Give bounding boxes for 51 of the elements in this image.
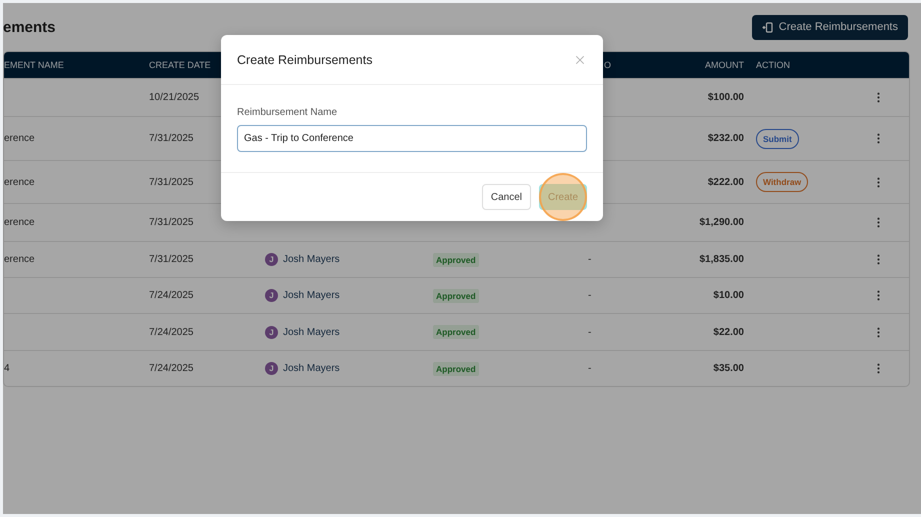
employee-name: Josh Mayers [283, 326, 340, 338]
amount-cell-text: $35.00 [713, 363, 745, 374]
table-cell: 7/24/2025 [149, 326, 194, 338]
avatar: J [265, 289, 278, 302]
click-highlight [538, 173, 587, 221]
employee-name: Josh Mayers [283, 363, 340, 374]
table-cell-text: - [587, 290, 592, 301]
table-cell: 4 [4, 363, 10, 374]
create-reimbursements-button[interactable]: Create Reimbursements [752, 14, 908, 40]
table-cell-text: - [587, 254, 592, 265]
column-header: CREATE DATE [149, 60, 212, 70]
column-header: EMENT NAME [4, 60, 65, 70]
table-cell: erence [4, 133, 35, 144]
avatar: J [265, 253, 278, 266]
amount-cell-text: $1,835.00 [700, 254, 745, 265]
avatar: J [265, 362, 278, 375]
table-cell: 7/24/2025 [149, 290, 194, 301]
table-cell: 7/31/2025 [149, 254, 194, 265]
table-cell: 7/31/2025 [149, 133, 194, 144]
table-cell-text: - [587, 326, 592, 338]
amount-cell-text: $100.00 [708, 92, 745, 103]
employee-name: Josh Mayers [283, 254, 340, 265]
status-badge: Approved [433, 362, 479, 376]
employee-name: Josh Mayers [283, 290, 340, 301]
amount-cell-text: $1,290.00 [700, 217, 745, 228]
reimbursement-name-field[interactable]: Gas - Trip to Conference [237, 125, 587, 152]
column-header: AMOUNT [704, 60, 745, 70]
amount-cell-text: $10.00 [713, 290, 745, 301]
document-plus-icon [762, 22, 773, 32]
table-cell: 7/31/2025 [149, 217, 194, 228]
page-title: ements [3, 18, 56, 36]
cancel-button[interactable]: Cancel [482, 184, 531, 210]
table-cell-text: - [587, 363, 592, 374]
status-badge: Approved [433, 288, 479, 302]
field-label: Reimbursement Name [237, 107, 338, 118]
amount-cell-text: $232.00 [708, 133, 745, 144]
amount-cell-text: $22.00 [713, 326, 745, 338]
dialog-title: Create Reimbursements [237, 52, 372, 66]
status-badge: Approved [433, 252, 479, 266]
column-header: ACTION [755, 60, 792, 70]
avatar: J [265, 326, 278, 338]
table-cell: 7/31/2025 [149, 176, 194, 188]
submit-button[interactable]: Submit [756, 128, 799, 148]
table-cell: erence [4, 176, 35, 188]
table-cell: 7/24/2025 [149, 363, 194, 374]
table-cell: erence [4, 217, 35, 228]
table-cell: 10/21/2025 [149, 92, 200, 103]
column-header: O [603, 60, 612, 70]
status-badge: Approved [433, 325, 479, 339]
amount-cell-text: $222.00 [708, 176, 745, 188]
table-cell: erence [4, 254, 35, 265]
